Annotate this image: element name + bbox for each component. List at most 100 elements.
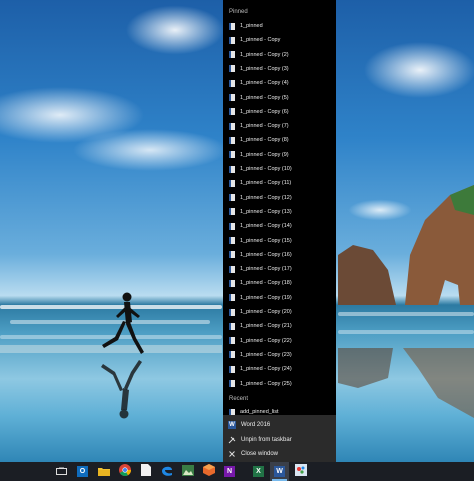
pinned-item-label: 1_pinned - Copy (13) (240, 208, 292, 215)
pinned-item-label: 1_pinned - Copy (12) (240, 194, 292, 201)
document-icon (229, 151, 235, 159)
document-icon (229, 265, 235, 273)
app-cube-button[interactable] (199, 462, 218, 481)
word-button[interactable]: W (270, 462, 289, 481)
pinned-item[interactable]: 1_pinned - Copy (2) (223, 48, 336, 62)
pinned-item[interactable]: 1_pinned - Copy (22) (223, 334, 336, 348)
arch-rock (405, 185, 474, 305)
pinned-item[interactable]: 1_pinned - Copy (4) (223, 76, 336, 90)
document-icon (229, 365, 235, 373)
file-explorer-button[interactable] (94, 462, 113, 481)
document-icon (229, 322, 235, 330)
document-icon (229, 108, 235, 116)
paint-icon (294, 463, 307, 481)
document-icon (229, 122, 235, 130)
pinned-item-label: 1_pinned - Copy (11) (240, 180, 292, 187)
pinned-header: Pinned (229, 9, 248, 15)
pinned-item[interactable]: 1_pinned - Copy (16) (223, 248, 336, 262)
pinned-item-label: 1_pinned - Copy (8) (240, 137, 289, 144)
unpin-label: Unpin from taskbar (241, 436, 292, 443)
edge-button[interactable] (157, 462, 176, 481)
pinned-item-label: 1_pinned (240, 23, 263, 29)
pinned-item[interactable]: 1_pinned - Copy (5) (223, 91, 336, 105)
pinned-item[interactable]: 1_pinned - Copy (23) (223, 348, 336, 362)
document-icon (229, 337, 235, 345)
document-icon (229, 179, 235, 187)
open-app-item[interactable]: W Word 2016 (223, 418, 336, 431)
pinned-item-label: 1_pinned - Copy (2) (240, 51, 289, 58)
rock-reflection (338, 348, 474, 418)
pinned-item-label: 1_pinned - Copy (6) (240, 108, 289, 115)
pinned-item-label: 1_pinned - Copy (14) (240, 223, 292, 230)
pinned-item-label: 1_pinned - Copy (4) (240, 80, 289, 87)
paint-button[interactable] (291, 462, 310, 481)
runner-reflection (101, 360, 142, 419)
close-window-item[interactable]: Close window (223, 447, 336, 460)
app-cube-icon (202, 463, 215, 481)
pinned-item[interactable]: 1_pinned - Copy (14) (223, 219, 336, 233)
close-icon (228, 450, 236, 458)
rock-formation (338, 245, 396, 305)
close-window-label: Close window (241, 450, 279, 457)
wave (338, 312, 474, 316)
outlook-button[interactable]: O (73, 462, 92, 481)
pinned-item-label: 1_pinned - Copy (17) (240, 266, 292, 273)
document-icon (229, 51, 235, 59)
chrome-icon (118, 463, 131, 481)
unpin-from-taskbar-item[interactable]: Unpin from taskbar (223, 433, 336, 446)
jump-list-menu: Pinned 1_pinned 1_pinned - Copy 1_pinned -… (223, 0, 336, 462)
pinned-item[interactable]: 1_pinned - Copy (25) (223, 377, 336, 391)
pinned-item-label: 1_pinned - Copy (3) (240, 65, 289, 72)
document-icon (229, 208, 235, 216)
document-icon (229, 136, 235, 144)
pinned-item[interactable]: 1_pinned - Copy (17) (223, 262, 336, 276)
pinned-item-label: 1_pinned - Copy (19) (240, 294, 292, 301)
document-icon (229, 22, 235, 30)
pinned-item[interactable]: 1_pinned - Copy (15) (223, 234, 336, 248)
pinned-item[interactable]: 1_pinned - Copy (20) (223, 305, 336, 319)
pinned-item-label: 1_pinned - Copy (20) (240, 309, 292, 315)
pinned-item-label: 1_pinned - Copy (7) (240, 123, 289, 130)
pinned-item-label: 1_pinned - Copy (16) (240, 251, 292, 258)
excel-button[interactable]: X (249, 462, 268, 481)
pinned-item[interactable]: 1_pinned - Copy (3) (223, 62, 336, 76)
pinned-item[interactable]: 1_pinned - Copy (24) (223, 362, 336, 376)
edge-icon (161, 463, 173, 481)
app-name-label: Word 2016 (241, 421, 271, 428)
pinned-item[interactable]: 1_pinned - Copy (6) (223, 105, 336, 119)
excel-icon: X (253, 466, 264, 477)
pinned-item[interactable]: 1_pinned - Copy (12) (223, 191, 336, 205)
word-icon: W (274, 466, 285, 477)
pinned-item-label: 1_pinned - Copy (9) (240, 151, 289, 158)
recent-header: Recent (229, 396, 249, 402)
pinned-item[interactable]: 1_pinned - Copy (7) (223, 119, 336, 133)
pinned-item[interactable]: 1_pinned - Copy (223, 33, 336, 47)
pinned-item-label: 1_pinned - Copy (24) (240, 366, 292, 373)
outlook-icon: O (77, 466, 88, 477)
pinned-item[interactable]: 1_pinned (223, 19, 336, 33)
chrome-button[interactable] (115, 462, 134, 481)
photos-button[interactable] (178, 462, 197, 481)
document-icon (229, 94, 235, 101)
pinned-item[interactable]: 1_pinned - Copy (18) (223, 276, 336, 290)
pinned-item[interactable]: 1_pinned - Copy (21) (223, 319, 336, 333)
pinned-item[interactable]: 1_pinned - Copy (9) (223, 148, 336, 162)
word-icon: W (228, 420, 236, 429)
pinned-item[interactable]: 1_pinned - Copy (10) (223, 162, 336, 176)
document-icon (229, 308, 235, 316)
task-view-button[interactable] (52, 462, 71, 481)
document-icon (229, 194, 235, 202)
pinned-item-label: 1_pinned - Copy (15) (240, 237, 292, 244)
pinned-item-label: 1_pinned - Copy (10) (240, 166, 292, 172)
photos-icon (181, 463, 194, 481)
pinned-item[interactable]: 1_pinned - Copy (19) (223, 291, 336, 305)
app-actions-section: W Word 2016 Unpin from taskbar Close win… (223, 415, 336, 462)
task-view-icon (56, 463, 67, 481)
pinned-item-label: 1_pinned - Copy (23) (240, 351, 292, 358)
pinned-item[interactable]: 1_pinned - Copy (11) (223, 176, 336, 190)
pinned-item[interactable]: 1_pinned - Copy (13) (223, 205, 336, 219)
blank-document-button[interactable] (136, 462, 155, 481)
onenote-button[interactable]: N (220, 462, 239, 481)
pinned-item-label: 1_pinned - Copy (18) (240, 280, 292, 287)
pinned-item[interactable]: 1_pinned - Copy (8) (223, 133, 336, 147)
